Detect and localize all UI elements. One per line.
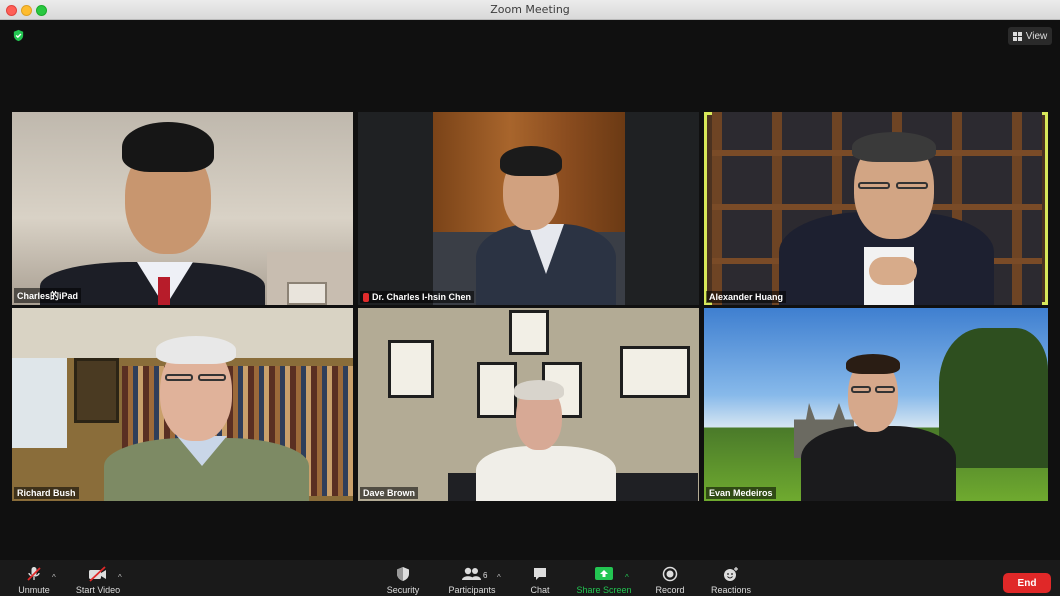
- share-screen-label: Share Screen: [576, 585, 632, 595]
- video-tile-alexander-huang[interactable]: Alexander Huang: [704, 112, 1048, 305]
- glasses: [198, 374, 226, 381]
- view-button[interactable]: View: [1008, 27, 1052, 45]
- person-body: [476, 446, 616, 501]
- hands: [869, 257, 917, 285]
- participants-count-badge: 6: [483, 571, 488, 580]
- video-tile-evan-medeiros[interactable]: Evan Medeiros: [704, 308, 1048, 501]
- window-title: Zoom Meeting: [490, 3, 570, 16]
- reactions-smiley-icon: [724, 567, 738, 581]
- framed-photo: [388, 340, 434, 398]
- end-meeting-button[interactable]: End: [1003, 573, 1051, 593]
- chat-button[interactable]: Chat: [522, 566, 558, 595]
- tie: [158, 277, 170, 305]
- person-hair: [514, 380, 564, 400]
- participant-name-tag: Alexander Huang: [706, 291, 787, 303]
- chat-bubble-icon: [534, 568, 546, 580]
- participant-name-tag: Richard Bush: [14, 487, 79, 499]
- record-icon: [662, 566, 678, 582]
- security-button[interactable]: Security: [382, 566, 424, 595]
- window-title-bar: Zoom Meeting: [0, 0, 1060, 20]
- framed-photo: [509, 310, 549, 355]
- participants-button[interactable]: Participants: [446, 566, 498, 595]
- start-video-button[interactable]: Start Video: [72, 566, 124, 595]
- record-label: Record: [655, 585, 685, 595]
- grid-view-icon: [1012, 31, 1022, 41]
- security-label: Security: [386, 585, 420, 595]
- record-button[interactable]: Record: [650, 566, 690, 595]
- video-off-icon: [89, 566, 106, 582]
- reactions-button[interactable]: Reactions: [706, 566, 756, 595]
- video-tile-richard-bush[interactable]: Richard Bush: [12, 308, 353, 501]
- person-hair: [846, 354, 900, 374]
- background-window: [287, 282, 327, 305]
- framed-photo: [477, 362, 517, 418]
- security-shield-icon: [397, 567, 409, 581]
- glasses: [896, 182, 928, 189]
- participants-icon: [462, 567, 481, 580]
- participant-name-tag: Dr. Charles I-hsin Chen: [360, 291, 475, 303]
- unmute-button[interactable]: Unmute: [12, 566, 56, 595]
- chat-label: Chat: [530, 585, 550, 595]
- glasses: [858, 182, 890, 189]
- video-options-chevron-icon[interactable]: ^: [118, 573, 122, 582]
- person-hair: [156, 336, 236, 364]
- muted-microphone-icon: [27, 567, 41, 581]
- participants-options-chevron-icon[interactable]: ^: [497, 573, 501, 582]
- glasses: [875, 386, 895, 393]
- person-hair: [852, 132, 936, 162]
- encryption-shield-icon[interactable]: [12, 29, 25, 42]
- framed-photo: [620, 346, 690, 398]
- participants-label: Participants: [448, 585, 496, 595]
- share-screen-icon: [595, 567, 613, 580]
- participant-name-tag: Evan Medeiros: [706, 487, 776, 499]
- person-hair: [500, 146, 562, 176]
- participant-name-tag: Dave Brown: [360, 487, 419, 499]
- unmute-label: Unmute: [18, 585, 50, 595]
- share-options-chevron-icon[interactable]: ^: [625, 573, 629, 582]
- video-tile-charles-ipad[interactable]: Charles的iPad: [12, 112, 353, 305]
- glasses: [165, 374, 193, 381]
- participant-name-tag: Charles的iPad: [14, 288, 82, 303]
- tree: [939, 328, 1048, 468]
- framed-picture: [74, 358, 119, 423]
- video-tile-dave-brown[interactable]: Dave Brown: [358, 308, 699, 501]
- reactions-label: Reactions: [710, 585, 752, 595]
- glasses: [851, 386, 871, 393]
- person-hair: [122, 122, 214, 172]
- muted-mic-icon: [363, 292, 369, 302]
- start-video-label: Start Video: [75, 585, 121, 595]
- video-tile-charles-chen[interactable]: Dr. Charles I-hsin Chen: [358, 112, 699, 305]
- person-body: [801, 426, 956, 501]
- view-label: View: [1025, 30, 1048, 42]
- audio-options-chevron-icon[interactable]: ^: [52, 573, 56, 582]
